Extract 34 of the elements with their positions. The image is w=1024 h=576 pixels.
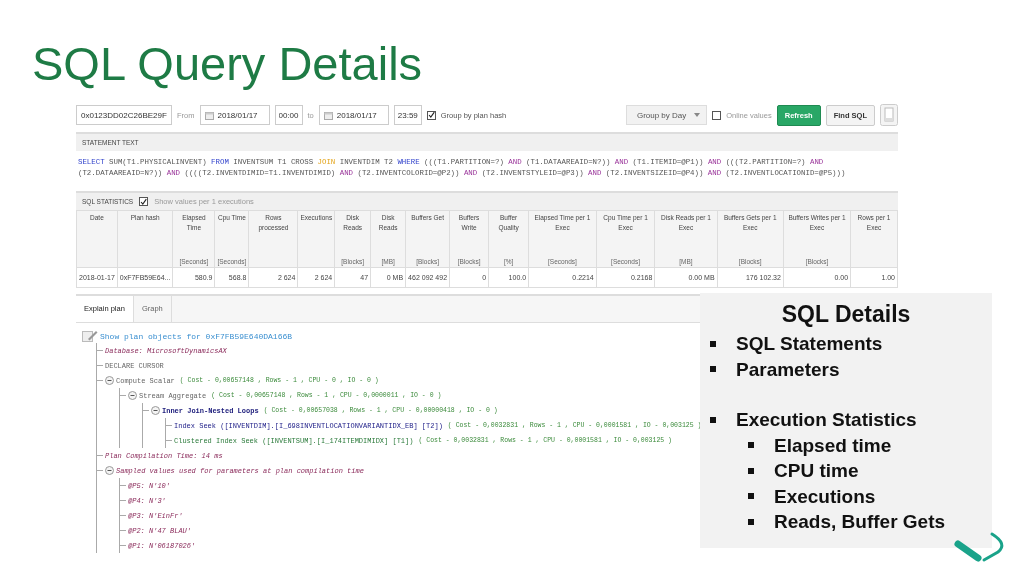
date-field[interactable]: 2018/01/17	[318, 105, 389, 125]
collapse-icon[interactable]	[105, 466, 114, 475]
bullet-text: CPU time	[774, 459, 859, 483]
calendar-icon	[204, 110, 214, 120]
bullet-icon	[748, 442, 754, 449]
bullet-text: Elapsed time	[774, 433, 892, 458]
bullet-icon	[748, 518, 754, 525]
bullet-icon	[748, 467, 754, 474]
group-by-dropdown[interactable]: Group by Day	[625, 105, 708, 125]
calendar-icon	[323, 110, 333, 120]
checkbox[interactable]	[139, 197, 149, 206]
checkbox[interactable]	[426, 110, 436, 120]
checkbox[interactable]	[712, 110, 722, 120]
bullet-text: SQL Statements	[736, 332, 883, 356]
slide-title: SQL Query Details	[31, 36, 424, 92]
bullet-icon	[710, 340, 716, 347]
caret-icon	[694, 113, 701, 117]
bullet-text: Reads, Buffer Gets	[774, 510, 946, 534]
plan-link[interactable]: Show plan objects for 0xF7FB59E640DA166B	[100, 331, 293, 341]
collapse-icon[interactable]	[128, 391, 137, 400]
time-field[interactable]: 00:00	[274, 105, 303, 125]
collapse-icon[interactable]	[105, 376, 114, 385]
time-field[interactable]: 23:59	[393, 105, 422, 125]
hash-field[interactable]: 0x0123DD02C26BE29F	[76, 105, 172, 125]
collapse-icon[interactable]	[151, 406, 160, 415]
bullet-text: Parameters	[736, 357, 840, 382]
bullet-icon	[710, 366, 716, 373]
date-field[interactable]: 2018/01/17	[199, 105, 270, 125]
bullet-icon	[710, 416, 716, 423]
bullet-text: Execution Statistics	[736, 408, 917, 432]
pencil-icon	[82, 330, 98, 342]
bullet-icon	[748, 493, 754, 500]
card-title: SQL Details	[780, 300, 912, 329]
bullet-text: Executions	[774, 484, 876, 509]
